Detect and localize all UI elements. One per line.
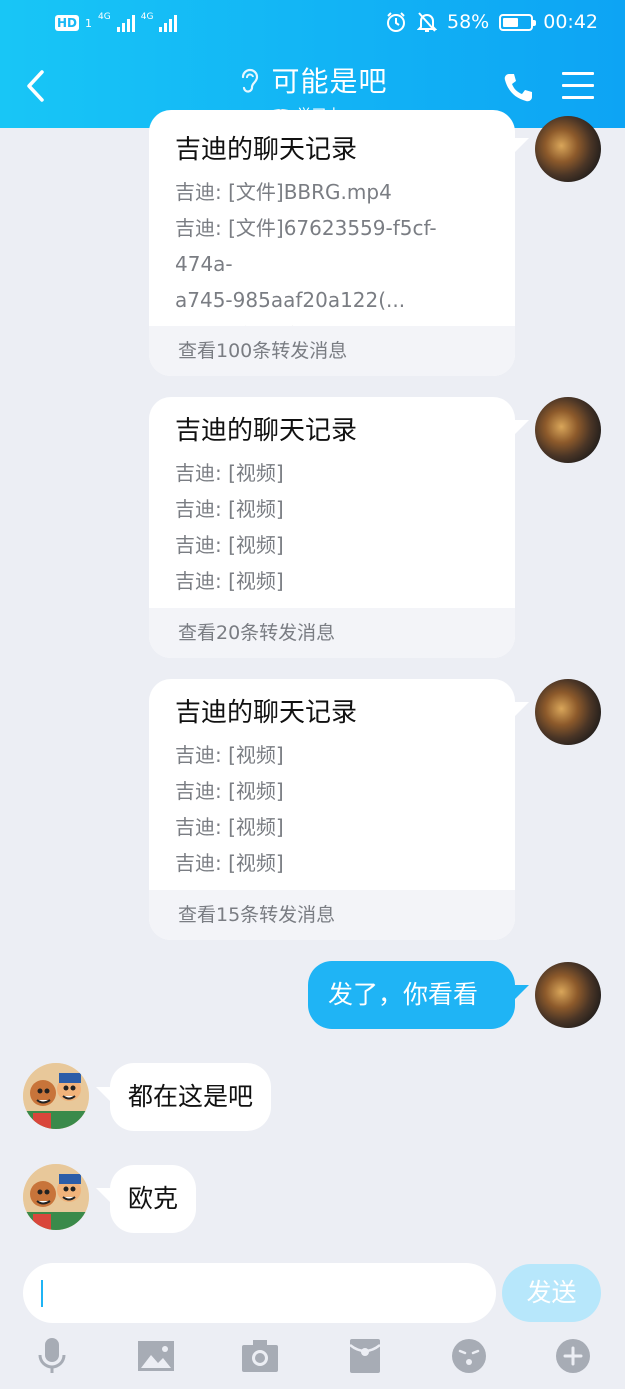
- emoji-icon[interactable]: [449, 1337, 489, 1375]
- forward-card-2[interactable]: 吉迪的聊天记录 吉迪: [视频] 吉迪: [视频] 吉迪: [视频] 吉迪: […: [149, 397, 515, 658]
- red-packet-icon[interactable]: [345, 1337, 385, 1375]
- cartoon-avatar-icon: [23, 1063, 89, 1129]
- card-line: a745-985aaf20a122(...: [175, 288, 406, 312]
- chat-title: 可能是吧: [271, 65, 388, 98]
- menu-button[interactable]: [562, 72, 594, 102]
- avatar-self[interactable]: [535, 679, 601, 745]
- status-right: 58% 00:42: [385, 9, 598, 35]
- card-line: 吉迪: [视频]: [175, 851, 284, 875]
- battery-fill: [503, 17, 519, 27]
- status-bar: HD 1 4G 4G 58% 00:42: [0, 0, 625, 46]
- message-bubble-outgoing[interactable]: 发了，你看看: [308, 961, 515, 1029]
- ear-icon: [242, 68, 259, 93]
- chat-header: HD 1 4G 4G 58% 00:42 可能是吧: [0, 0, 625, 128]
- card-line: 吉迪: [视频]: [175, 533, 284, 557]
- message-bubble-incoming[interactable]: 都在这是吧: [110, 1063, 272, 1131]
- sim1-label: 1: [85, 16, 93, 30]
- bubble-tail: [513, 420, 529, 436]
- avatar-contact[interactable]: [23, 1063, 89, 1129]
- avatar-self[interactable]: [535, 116, 601, 182]
- card-line: 吉迪: [视频]: [175, 569, 284, 593]
- view-forwarded-link[interactable]: 查看15条转发消息: [149, 890, 515, 940]
- plus-icon[interactable]: [553, 1337, 593, 1375]
- battery-icon: [499, 13, 537, 31]
- card-line: 吉迪: [视频]: [175, 815, 284, 839]
- view-forwarded-link[interactable]: 查看20条转发消息: [149, 608, 515, 658]
- card-title: 吉迪的聊天记录: [175, 698, 358, 728]
- card-line: 吉迪: [视频]: [175, 497, 284, 521]
- cartoon-avatar-icon: [23, 1164, 89, 1230]
- image-icon[interactable]: [136, 1337, 176, 1375]
- signal-icon-1: [116, 14, 135, 32]
- avatar-self[interactable]: [535, 397, 601, 463]
- send-button[interactable]: 发送: [502, 1264, 601, 1322]
- bubble-tail: [513, 138, 529, 154]
- card-line: 吉迪: [文件]BBRG.mp4: [175, 180, 392, 204]
- network1-label: 4G: [98, 11, 111, 22]
- alarm-icon: [387, 12, 405, 32]
- card-title: 吉迪的聊天记录: [175, 416, 358, 446]
- microphone-icon[interactable]: [32, 1337, 72, 1375]
- mute-bell-icon: [417, 12, 437, 32]
- status-left: HD 1 4G 4G: [55, 11, 178, 34]
- avatar-contact[interactable]: [23, 1164, 89, 1230]
- network2-label: 4G: [140, 11, 154, 22]
- card-title: 吉迪的聊天记录: [175, 135, 358, 165]
- card-line: 吉迪: [视频]: [175, 743, 284, 767]
- battery-percent: 58%: [447, 11, 490, 33]
- card-line: 吉迪: [视频]: [175, 779, 284, 803]
- message-input[interactable]: [23, 1263, 496, 1323]
- text-caret: [41, 1280, 43, 1307]
- camera-icon[interactable]: [240, 1337, 280, 1375]
- card-line: 吉迪: [文件]67623559-f5cf-474a-: [175, 216, 437, 276]
- message-bubble-incoming[interactable]: 欧克: [110, 1165, 197, 1233]
- bubble-tail: [513, 702, 529, 718]
- forward-card-1[interactable]: 吉迪的聊天记录 吉迪: [文件]BBRG.mp4 吉迪: [文件]6762355…: [149, 110, 515, 376]
- signal-icon-2: [159, 14, 178, 32]
- avatar-self[interactable]: [535, 962, 601, 1028]
- forward-card-3[interactable]: 吉迪的聊天记录 吉迪: [视频] 吉迪: [视频] 吉迪: [视频] 吉迪: […: [149, 679, 515, 940]
- view-forwarded-link[interactable]: 查看100条转发消息: [149, 326, 515, 376]
- hd-badge: HD: [55, 15, 80, 31]
- clock: 00:42: [543, 11, 598, 33]
- bubble-tail: [513, 985, 529, 1001]
- phone-icon[interactable]: [500, 70, 536, 106]
- card-line: 吉迪: [视频]: [175, 461, 284, 485]
